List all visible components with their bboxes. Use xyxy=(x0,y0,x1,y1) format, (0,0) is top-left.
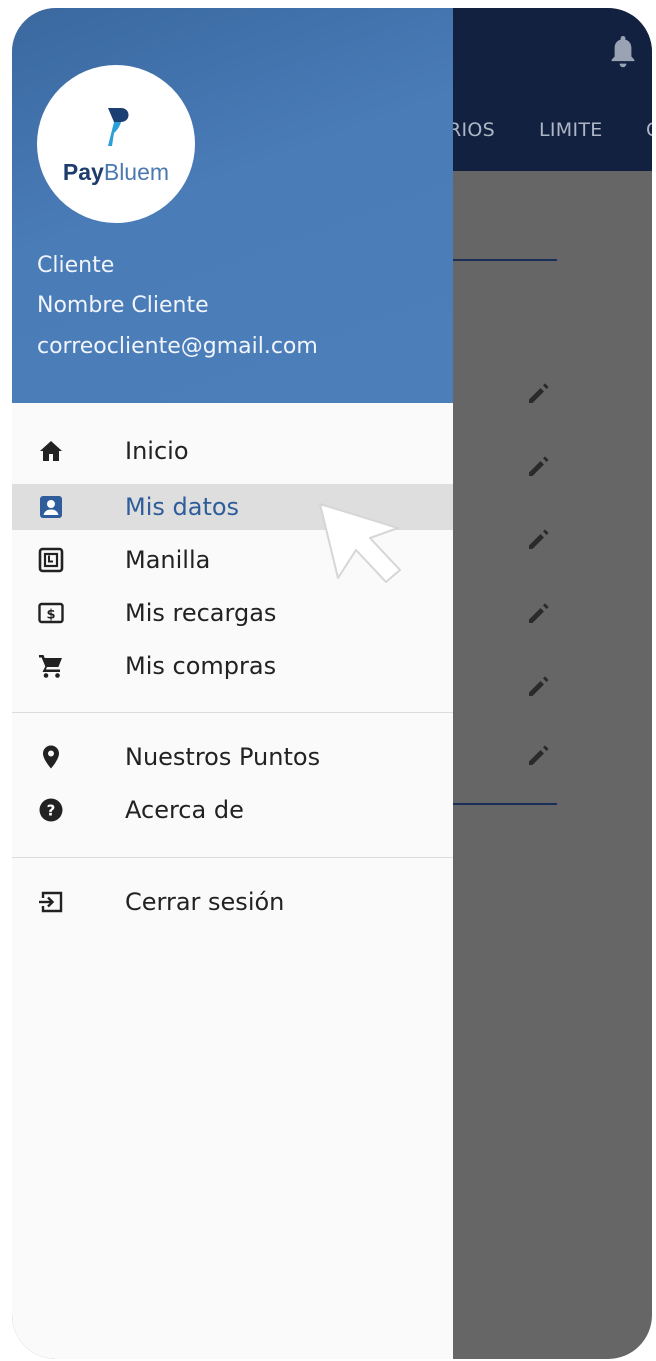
navigation-drawer: PayBluem Cliente Nombre Cliente correocl… xyxy=(12,8,453,1359)
edit-pencil-icon[interactable] xyxy=(526,742,552,768)
menu-label: Inicio xyxy=(125,437,189,465)
paybluem-mark-icon xyxy=(108,108,129,146)
svg-text:$: $ xyxy=(46,608,55,623)
edit-pencil-icon[interactable] xyxy=(526,453,552,479)
notification-bell-icon[interactable] xyxy=(610,34,636,70)
pointer-cursor-icon xyxy=(319,503,401,583)
menu-item-acerca-de[interactable]: ? Acerca de xyxy=(12,787,453,833)
user-name: Nombre Cliente xyxy=(37,293,209,318)
menu-item-inicio[interactable]: Inicio xyxy=(12,428,453,474)
edit-pencil-icon[interactable] xyxy=(526,600,552,626)
drawer-header: PayBluem Cliente Nombre Cliente correocl… xyxy=(12,8,453,403)
wristband-icon xyxy=(38,547,64,573)
menu-label: Mis recargas xyxy=(125,599,277,627)
section-divider xyxy=(453,803,557,805)
home-icon xyxy=(40,441,62,461)
logo-bluem: Bluem xyxy=(103,159,170,185)
menu-label: Mis datos xyxy=(125,493,240,521)
edit-pencil-icon[interactable] xyxy=(526,380,552,406)
logout-icon xyxy=(39,891,63,913)
help-icon: ? xyxy=(39,798,63,822)
user-role: Cliente xyxy=(37,253,115,278)
menu-label: Cerrar sesión xyxy=(125,888,285,916)
svg-text:?: ? xyxy=(47,802,56,820)
edit-pencil-icon[interactable] xyxy=(526,526,552,552)
menu-item-mis-recargas[interactable]: $ Mis recargas xyxy=(12,590,453,636)
tab-more[interactable]: C xyxy=(646,119,652,141)
paybluem-logo: PayBluem xyxy=(37,65,195,223)
menu-label: Mis compras xyxy=(125,652,277,680)
logo-pay: Pay xyxy=(62,159,104,185)
menu-divider xyxy=(12,857,453,858)
menu-label: Acerca de xyxy=(125,796,244,824)
menu-divider xyxy=(12,712,453,713)
tab-rios[interactable]: RIOS xyxy=(448,119,495,141)
user-email: correocliente@gmail.com xyxy=(37,334,318,359)
menu-label: Manilla xyxy=(125,546,211,574)
menu-item-nuestros-puntos[interactable]: Nuestros Puntos xyxy=(12,734,453,780)
logo-wordmark: PayBluem xyxy=(37,159,195,186)
account-box-icon xyxy=(40,496,62,518)
money-icon: $ xyxy=(38,602,64,624)
menu-label: Nuestros Puntos xyxy=(125,743,321,771)
location-pin-icon xyxy=(43,745,59,769)
section-divider xyxy=(453,259,557,261)
edit-pencil-icon[interactable] xyxy=(526,673,552,699)
menu-item-mis-compras[interactable]: Mis compras xyxy=(12,643,453,689)
cart-icon xyxy=(39,655,62,678)
phone-screen: RIOS LIMITE C PayBluem Cliente Nombre Cl… xyxy=(12,8,652,1359)
menu-item-cerrar-sesion[interactable]: Cerrar sesión xyxy=(12,879,453,925)
tab-limite[interactable]: LIMITE xyxy=(539,119,603,141)
